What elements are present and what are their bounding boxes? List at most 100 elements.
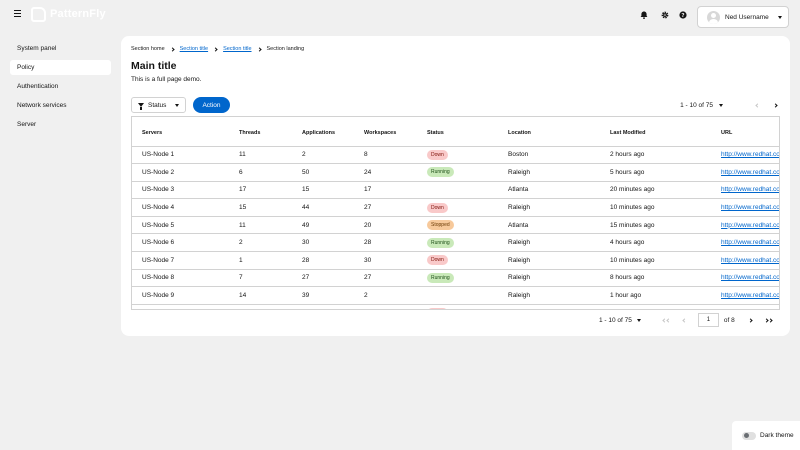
svg-text:?: ? [681, 13, 684, 19]
bell-icon[interactable] [639, 10, 648, 19]
user-dropdown[interactable]: Ned Username [697, 6, 789, 28]
dark-theme-label: Dark theme [760, 432, 794, 439]
table-row[interactable]: US-Node 2 6 50 24 Running Raleigh 5 hours ago h… [132, 163, 779, 182]
table-row[interactable]: US-Node 7 1 28 30 Down Raleigh 10 minutes ago h… [132, 251, 779, 270]
pagination-count[interactable]: 1 - 10 of 75 [680, 102, 713, 109]
applications-value: 27 [292, 269, 354, 288]
page-title: Main title [131, 60, 177, 72]
table-row[interactable]: US-Node 1 11 2 8 Down Boston 2 hours ago http:/… [132, 146, 779, 165]
threads-value: 15 [229, 198, 292, 217]
applications-value: 44 [292, 198, 354, 217]
dark-theme-toggle[interactable] [742, 431, 756, 440]
url-cell: http://www.redhat.com/en/office-location… [711, 233, 779, 253]
url-link[interactable]: http://www.redhat.com/en/office-location… [721, 292, 779, 299]
threads-value: 6 [229, 163, 292, 182]
column-header[interactable]: Status [417, 117, 498, 147]
main-content: Section home Section title Section title… [121, 36, 790, 336]
table-row[interactable]: US-Node 3 17 15 17 Atlanta 20 minutes ago http… [132, 181, 779, 200]
url-cell: http://www.redhat.com/en/office-location… [711, 163, 779, 182]
server-name: US-Node 4 [132, 198, 229, 217]
previous-page-button[interactable] [680, 315, 690, 325]
server-name: US-Node 3 [132, 181, 229, 200]
status-badge: Down [427, 255, 448, 266]
server-name: US-Node 6 [132, 233, 229, 253]
table-row[interactable]: US-Node 9 14 39 2 Raleigh 1 hour ago http://ww… [132, 286, 779, 305]
gear-icon[interactable] [660, 10, 669, 19]
page-number-input[interactable]: 1 [697, 313, 719, 327]
angle-right-icon [256, 46, 262, 52]
previous-page-button[interactable] [752, 100, 762, 110]
theme-switcher: Dark theme [732, 421, 800, 450]
workspaces-value: 24 [354, 163, 417, 182]
next-page-button[interactable] [770, 100, 780, 110]
filter-label: Status [148, 101, 167, 109]
last-page-button[interactable] [764, 315, 774, 325]
threads-value: 2 [229, 233, 292, 253]
hamburger-menu-icon[interactable] [14, 10, 21, 18]
workspaces-value: 2 [354, 286, 417, 305]
column-header[interactable]: Location [498, 117, 600, 147]
sidebar-item-network-services[interactable]: Network services [10, 98, 111, 113]
avatar [707, 10, 720, 24]
workspaces-value: 8 [354, 146, 417, 165]
status-cell [417, 181, 498, 200]
workspaces-value: 29 [354, 304, 417, 309]
sidebar-item-system-panel[interactable]: System panel [10, 41, 111, 56]
last-modified-value: 20 minutes ago [600, 181, 711, 200]
status-cell [417, 286, 498, 305]
brand-logo[interactable]: PatternFly [31, 6, 106, 22]
url-link[interactable]: http://www.redhat.com/en/office-location… [721, 257, 779, 264]
status-cell: Running [417, 163, 498, 182]
applications-value: 29 [292, 304, 354, 309]
column-header[interactable]: URL [711, 117, 779, 147]
column-header[interactable]: Last Modified [600, 117, 711, 147]
url-link[interactable]: http://www.redhat.com/en/office-location… [721, 204, 779, 211]
workspaces-value: 27 [354, 198, 417, 217]
help-icon[interactable]: ? [678, 10, 687, 19]
url-link[interactable]: http://www.redhat.com/en/office-location… [721, 274, 779, 281]
column-header[interactable]: Workspaces [354, 117, 417, 147]
pagination-count[interactable]: 1 - 10 of 75 [599, 317, 632, 324]
first-page-button[interactable] [662, 315, 672, 325]
url-link[interactable]: http://www.redhat.com/en/office-location… [721, 169, 779, 176]
url-cell: http://www.redhat.com/en/office-location… [711, 198, 779, 217]
server-name: US-Node 1 [132, 146, 229, 165]
column-header[interactable]: Applications [292, 117, 354, 147]
action-button[interactable]: Action [193, 97, 230, 113]
sidebar-item-policy[interactable]: Policy [10, 60, 111, 75]
threads-value: 7 [229, 269, 292, 288]
breadcrumb-link[interactable]: Section title [223, 46, 251, 52]
last-modified-value: 15 minutes ago [600, 216, 711, 235]
caret-down-icon[interactable] [636, 318, 641, 322]
sidebar-item-server[interactable]: Server [10, 117, 111, 132]
table-row[interactable]: US-Node 5 11 49 20 Stopped Atlanta 15 minutes … [132, 216, 779, 235]
column-header[interactable]: Servers [132, 117, 229, 147]
threads-value: 11 [229, 146, 292, 165]
workspaces-value: 30 [354, 251, 417, 270]
angle-left-icon [754, 102, 760, 108]
column-header[interactable]: Threads [229, 117, 292, 147]
url-link[interactable]: http://www.redhat.com/en/office-location… [721, 222, 779, 229]
applications-value: 30 [292, 233, 354, 253]
url-link[interactable]: http://www.redhat.com/en/office-location… [721, 239, 779, 246]
server-name: US-Node 10 [132, 304, 229, 309]
table-row[interactable]: US-Node 10162929DownSan Francisco2 hours… [132, 304, 779, 309]
table-row[interactable]: US-Node 4 15 44 27 Down Raleigh 10 minutes ago… [132, 198, 779, 217]
caret-down-icon[interactable] [719, 103, 723, 107]
location-value: Atlanta [498, 216, 600, 235]
workspaces-value: 27 [354, 269, 417, 288]
last-modified-value: 10 minutes ago [600, 251, 711, 270]
location-value: Raleigh [498, 286, 600, 305]
table-row[interactable]: US-Node 6 2 30 28 Running Raleigh 4 hours ago h… [132, 233, 779, 253]
breadcrumb-link[interactable]: Section title [180, 46, 208, 52]
status-filter-dropdown[interactable]: Status [131, 97, 186, 113]
table-row[interactable]: US-Node 8 7 27 27 Running Raleigh 8 hours ago h… [132, 269, 779, 288]
url-link[interactable]: http://www.redhat.com/en/office-location… [721, 186, 779, 193]
breadcrumb-home[interactable]: Section home [131, 46, 165, 52]
next-page-button[interactable] [746, 315, 756, 325]
applications-value: 28 [292, 251, 354, 270]
status-cell: Stopped [417, 216, 498, 235]
url-link[interactable]: http://www.redhat.com/en/office-location… [721, 151, 779, 158]
toolbar: Status Action 1 - 10 of 75 [131, 97, 780, 113]
sidebar-item-authentication[interactable]: Authentication [10, 79, 111, 94]
